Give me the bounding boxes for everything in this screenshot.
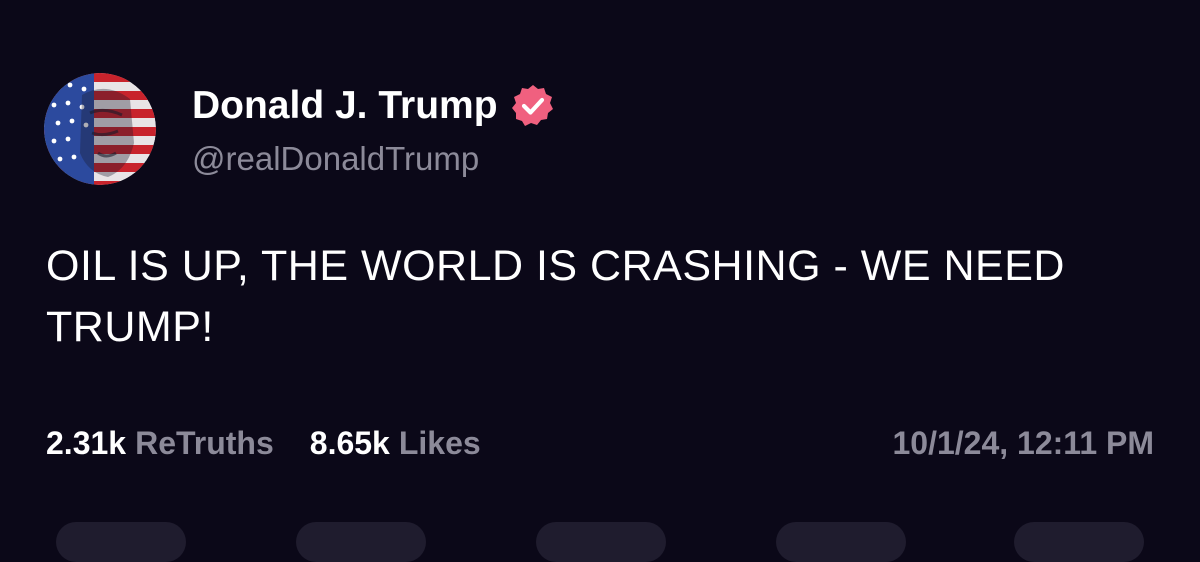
like-button[interactable] xyxy=(536,522,666,562)
retruth-button[interactable] xyxy=(296,522,426,562)
likes-stat[interactable]: 8.65k Likes xyxy=(310,425,481,462)
more-button[interactable] xyxy=(1014,522,1144,562)
likes-label: Likes xyxy=(398,425,481,461)
author-handle[interactable]: @realDonaldTrump xyxy=(192,140,479,178)
post-stats: 2.31k ReTruths 8.65k Likes xyxy=(46,425,517,462)
flag-portrait-avatar-icon xyxy=(44,73,156,185)
author-display-name[interactable]: Donald J. Trump xyxy=(192,84,498,128)
likes-count: 8.65k xyxy=(309,425,390,461)
post-text: OIL IS UP, THE WORLD IS CRASHING - WE NE… xyxy=(46,242,1065,351)
share-button[interactable] xyxy=(776,522,906,562)
post-card: Donald J. Trump @realDonaldTrump OIL IS … xyxy=(0,0,1200,562)
retruths-count: 2.31k xyxy=(46,425,127,461)
avatar[interactable] xyxy=(44,73,156,185)
author-name-row: Donald J. Trump xyxy=(192,82,556,130)
action-bar xyxy=(0,522,1200,562)
reply-button[interactable] xyxy=(56,522,186,562)
retruths-stat[interactable]: 2.31k ReTruths xyxy=(46,425,274,462)
retruths-label: ReTruths xyxy=(135,425,274,461)
verified-badge-icon xyxy=(511,85,553,126)
post-timestamp: 10/1/24, 12:11 PM xyxy=(892,425,1154,461)
